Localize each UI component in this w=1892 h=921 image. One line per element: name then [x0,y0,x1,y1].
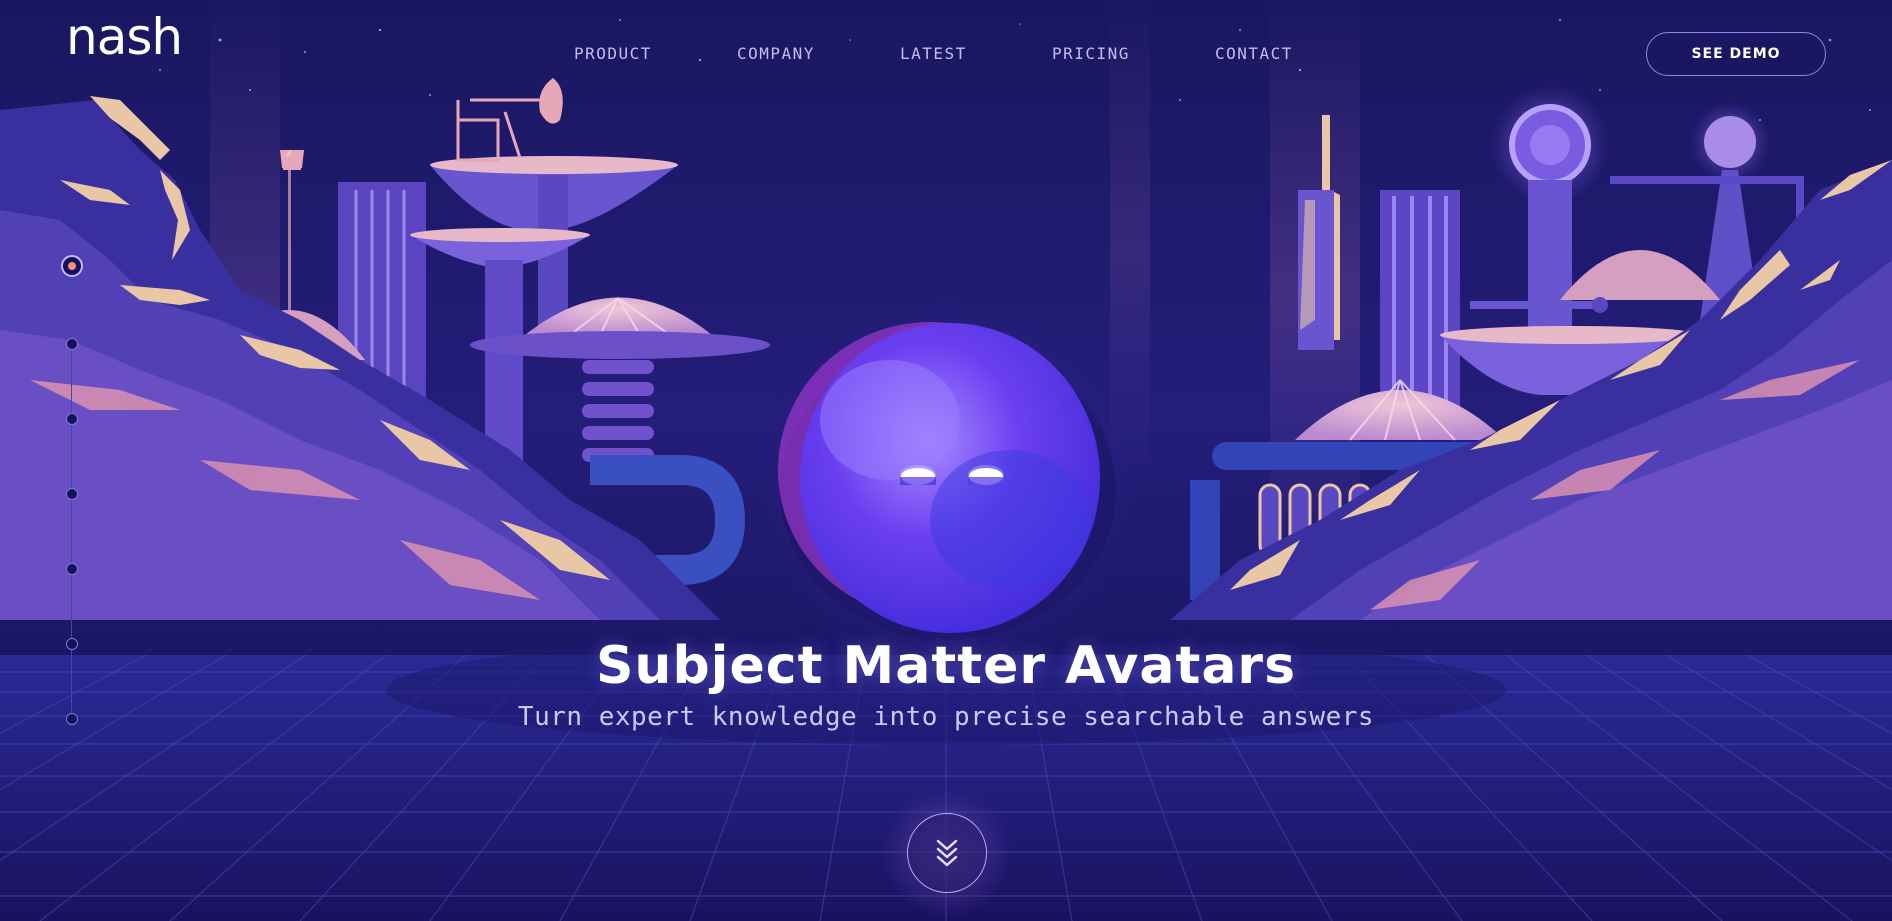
nav-item-contact[interactable]: CONTACT [1215,44,1293,63]
nav-item-company[interactable]: COMPANY [737,44,815,63]
nav-item-latest[interactable]: LATEST [900,44,967,63]
logo-text: nash [66,8,183,66]
scroll-down-button[interactable] [907,813,987,893]
hero-illustration [0,0,1892,921]
nav-item-pricing[interactable]: PRICING [1052,44,1130,63]
hero-title: Subject Matter Avatars [595,636,1297,696]
hero-subtitle: Turn expert knowledge into precise searc… [517,702,1375,732]
nav-item-product[interactable]: PRODUCT [574,44,652,63]
double-chevron-down-icon [936,839,958,867]
brand-logo[interactable]: nash [66,12,183,70]
see-demo-button[interactable]: SEE DEMO [1646,32,1826,76]
pager-dot-2[interactable] [66,338,78,350]
pager-dot-1[interactable] [61,255,83,277]
see-demo-label: SEE DEMO [1691,46,1781,62]
pager-dot-3[interactable] [66,413,78,425]
pager-dot-4[interactable] [66,488,78,500]
pager-dot-5[interactable] [66,563,78,575]
